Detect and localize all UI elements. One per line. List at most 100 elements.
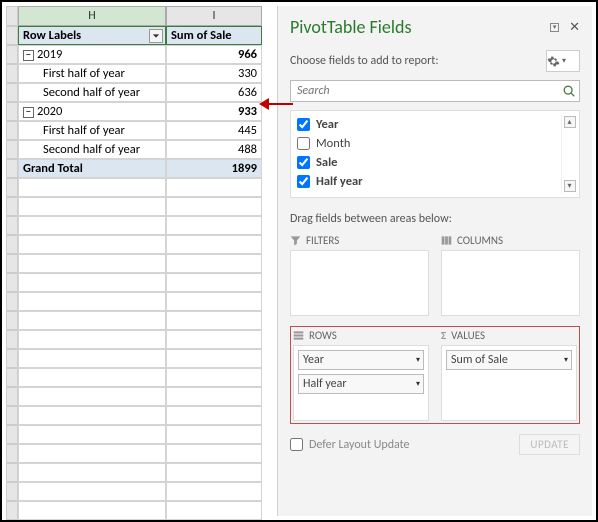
search-input[interactable] [290, 80, 580, 102]
row-header[interactable] [6, 83, 18, 102]
field-checkbox[interactable] [297, 175, 310, 188]
pivot-value[interactable]: 488 [166, 140, 262, 159]
row-header[interactable] [6, 254, 18, 273]
empty-cell[interactable] [166, 330, 262, 349]
empty-cell[interactable] [166, 178, 262, 197]
empty-cell[interactable] [166, 311, 262, 330]
empty-cell[interactable] [18, 235, 166, 254]
pivot-item[interactable]: Second half of year [18, 83, 166, 102]
pivot-value[interactable]: 330 [166, 64, 262, 83]
row-header[interactable] [6, 121, 18, 140]
row-header[interactable] [6, 330, 18, 349]
empty-cell[interactable] [18, 406, 166, 425]
field-half-year[interactable]: Half year [293, 172, 561, 191]
pivot-value[interactable]: 966 [166, 45, 262, 64]
row-header[interactable] [6, 26, 18, 45]
rows-chip-half-year[interactable]: Half year▾ [298, 374, 424, 394]
empty-cell[interactable] [18, 349, 166, 368]
row-header[interactable] [6, 216, 18, 235]
row-header[interactable] [6, 444, 18, 463]
empty-cell[interactable] [166, 501, 262, 520]
empty-cell[interactable] [18, 368, 166, 387]
field-year[interactable]: Year [293, 115, 561, 134]
empty-cell[interactable] [18, 273, 166, 292]
defer-layout-checkbox[interactable] [290, 438, 303, 451]
empty-cell[interactable] [18, 292, 166, 311]
row-header[interactable] [6, 197, 18, 216]
filters-dropzone[interactable] [290, 250, 429, 316]
row-header[interactable] [6, 349, 18, 368]
row-header[interactable] [6, 159, 18, 178]
field-sale[interactable]: Sale [293, 153, 561, 172]
row-header[interactable] [6, 368, 18, 387]
row-header[interactable] [6, 292, 18, 311]
empty-cell[interactable] [18, 216, 166, 235]
row-header[interactable] [6, 482, 18, 501]
empty-cell[interactable] [166, 444, 262, 463]
pivot-item[interactable]: First half of year [18, 64, 166, 83]
empty-cell[interactable] [18, 482, 166, 501]
chevron-down-icon[interactable]: ▾ [416, 355, 420, 365]
empty-cell[interactable] [18, 178, 166, 197]
row-header[interactable] [6, 235, 18, 254]
grand-total-label[interactable]: Grand Total [18, 159, 166, 178]
pane-options-icon[interactable] [550, 23, 559, 32]
row-header[interactable] [6, 102, 18, 121]
header-sum-of-sale[interactable]: Sum of Sale [166, 26, 262, 45]
field-checkbox[interactable] [297, 118, 310, 131]
empty-cell[interactable] [18, 387, 166, 406]
empty-cell[interactable] [18, 463, 166, 482]
collapse-icon[interactable]: − [23, 50, 34, 61]
empty-cell[interactable] [18, 330, 166, 349]
pivot-value[interactable]: 933 [166, 102, 262, 121]
field-checkbox[interactable] [297, 156, 310, 169]
pivot-value[interactable]: 636 [166, 83, 262, 102]
empty-cell[interactable] [166, 254, 262, 273]
columns-dropzone[interactable] [441, 250, 580, 316]
layout-gear-button[interactable]: ▾ [546, 50, 580, 72]
pivot-value[interactable]: 445 [166, 121, 262, 140]
empty-cell[interactable] [166, 197, 262, 216]
empty-cell[interactable] [166, 273, 262, 292]
row-header[interactable] [6, 501, 18, 520]
pivot-item[interactable]: First half of year [18, 121, 166, 140]
rows-chip-year[interactable]: Year▾ [298, 350, 424, 370]
row-header[interactable] [6, 178, 18, 197]
empty-cell[interactable] [166, 406, 262, 425]
empty-cell[interactable] [18, 444, 166, 463]
values-dropzone[interactable]: Sum of Sale▾ [441, 345, 577, 421]
filter-dropdown-icon[interactable] [149, 29, 163, 43]
pivot-item[interactable]: Second half of year [18, 140, 166, 159]
empty-cell[interactable] [166, 425, 262, 444]
row-header[interactable] [6, 387, 18, 406]
empty-cell[interactable] [166, 387, 262, 406]
empty-cell[interactable] [166, 463, 262, 482]
empty-cell[interactable] [166, 216, 262, 235]
empty-cell[interactable] [166, 292, 262, 311]
row-header[interactable] [6, 311, 18, 330]
empty-cell[interactable] [166, 235, 262, 254]
pivot-group-2019[interactable]: −2019 [18, 45, 166, 64]
row-header[interactable] [6, 406, 18, 425]
column-header-h[interactable]: H [18, 6, 166, 26]
update-button[interactable]: UPDATE [519, 434, 580, 455]
empty-cell[interactable] [18, 254, 166, 273]
rows-dropzone[interactable]: Year▾ Half year▾ [293, 345, 429, 421]
empty-cell[interactable] [166, 368, 262, 387]
scroll-down-icon[interactable]: ▾ [564, 180, 576, 192]
grand-total-value[interactable]: 1899 [166, 159, 262, 178]
row-header[interactable] [6, 463, 18, 482]
close-icon[interactable]: ✕ [569, 20, 580, 35]
scroll-up-icon[interactable]: ▴ [564, 116, 576, 128]
select-all-corner[interactable] [6, 6, 18, 26]
empty-cell[interactable] [166, 482, 262, 501]
row-header[interactable] [6, 273, 18, 292]
field-month[interactable]: Month [293, 134, 561, 153]
empty-cell[interactable] [166, 349, 262, 368]
row-header[interactable] [6, 140, 18, 159]
row-header[interactable] [6, 425, 18, 444]
row-header[interactable] [6, 45, 18, 64]
field-checkbox[interactable] [297, 137, 310, 150]
row-header[interactable] [6, 64, 18, 83]
empty-cell[interactable] [18, 501, 166, 520]
